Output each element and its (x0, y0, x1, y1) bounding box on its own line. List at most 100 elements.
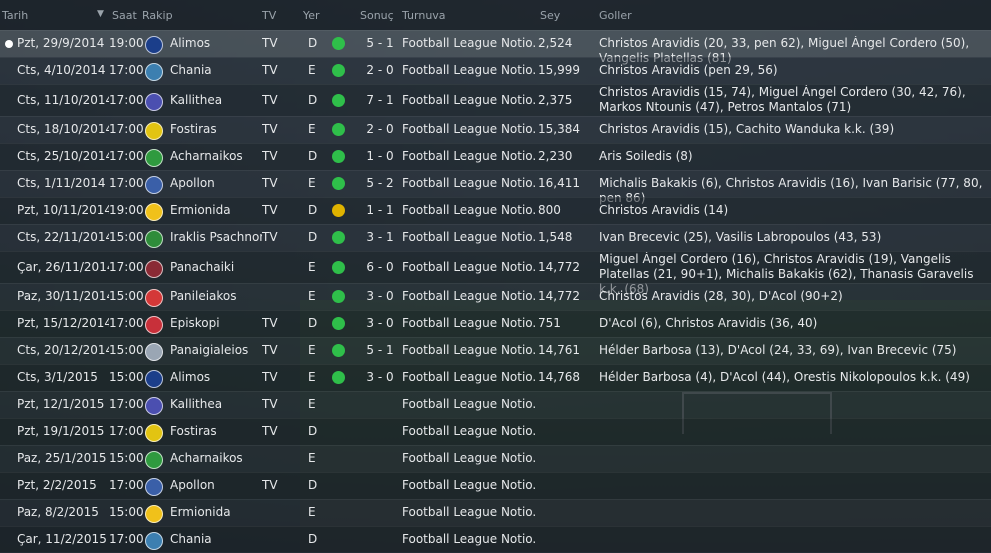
fixture-row[interactable]: Çar, 11/2/2015 17:00 Chania D Football Leagu… (0, 526, 991, 553)
fixture-competition[interactable]: Football League Notio... (402, 203, 537, 217)
fixture-tv: TV (262, 424, 278, 438)
header-competition[interactable]: Turnuva (402, 9, 446, 22)
fixture-competition[interactable]: Football League Notio... (402, 176, 537, 190)
fixture-time: 17:00 (109, 532, 144, 546)
fixture-row[interactable]: Cts, 25/10/2014 17:00 Acharnaikos TV D 1 - 0 F… (0, 143, 991, 170)
fixture-time: 15:00 (109, 289, 144, 303)
fixture-opponent[interactable]: Fostiras (170, 424, 262, 438)
fixture-row[interactable]: Pzt, 29/9/2014 19:00 Alimos TV D 5 - 1 Footbal… (0, 30, 991, 65)
fixture-competition[interactable]: Football League Notio... (402, 532, 537, 546)
fixture-tv: TV (262, 343, 278, 357)
fixture-opponent[interactable]: Ermionida (170, 203, 262, 217)
club-crest-icon (145, 316, 163, 334)
fixture-opponent[interactable]: Ermionida (170, 505, 262, 519)
fixture-opponent[interactable]: Acharnaikos (170, 149, 262, 163)
fixture-opponent[interactable]: Chania (170, 532, 262, 546)
fixture-opponent[interactable]: Alimos (170, 36, 262, 50)
fixture-venue: E (308, 505, 316, 519)
fixture-row[interactable]: Pzt, 10/11/2014 19:00 Ermionida TV D 1 - 1 Foo… (0, 197, 991, 224)
fixture-competition[interactable]: Football League Notio... (402, 149, 537, 163)
header-scorers[interactable]: Goller (599, 9, 632, 22)
fixture-score: 3 - 0 (366, 289, 394, 303)
fixture-row[interactable]: Cts, 11/10/2014 17:00 Kallithea TV D 7 - 1 Foo… (0, 84, 991, 116)
fixture-row[interactable]: Paz, 25/1/2015 15:00 Acharnaikos E Football … (0, 445, 991, 472)
fixture-attendance: 2,524 (538, 36, 573, 50)
fixture-row[interactable]: Pzt, 19/1/2015 17:00 Fostiras TV D Football L… (0, 418, 991, 445)
fixture-tv: TV (262, 397, 278, 411)
header-time[interactable]: Saat (112, 9, 137, 22)
fixture-row[interactable]: Pzt, 15/12/2014 17:00 Episkopi TV D 3 - 0 Foot… (0, 310, 991, 337)
fixture-competition[interactable]: Football League Notio... (402, 505, 537, 519)
club-crest-icon (145, 230, 163, 248)
fixture-row[interactable]: Paz, 30/11/2014 15:00 Panileiakos E 3 - 0 Foo… (0, 283, 991, 310)
fixture-date: Pzt, 2/2/2015 (17, 478, 97, 492)
fixture-opponent[interactable]: Episkopi (170, 316, 262, 330)
header-date[interactable]: Tarih (2, 9, 28, 22)
fixture-opponent[interactable]: Acharnaikos (170, 451, 262, 465)
fixture-competition[interactable]: Football League Notio... (402, 451, 537, 465)
club-crest-icon (145, 370, 163, 388)
fixture-opponent[interactable]: Panachaiki (170, 260, 262, 274)
fixture-opponent[interactable]: Alimos (170, 370, 262, 384)
fixture-attendance: 751 (538, 316, 561, 330)
fixture-competition[interactable]: Football League Notio... (402, 63, 537, 77)
fixture-opponent[interactable]: Kallithea (170, 397, 262, 411)
fixture-scorers: Hélder Barbosa (13), D'Acol (24, 33, 69)… (599, 343, 957, 357)
fixture-time: 15:00 (109, 343, 144, 357)
result-win-icon (332, 371, 345, 384)
fixture-row[interactable]: Paz, 8/2/2015 15:00 Ermionida E Football Lea… (0, 499, 991, 526)
fixture-competition[interactable]: Football League Notio... (402, 343, 537, 357)
fixture-opponent[interactable]: Panaigialeios (170, 343, 262, 357)
fixture-score: 5 - 1 (366, 36, 394, 50)
fixture-row[interactable]: Cts, 4/10/2014 17:00 Chania TV E 2 - 0 Footbal… (0, 57, 991, 84)
fixture-competition[interactable]: Football League Notio... (402, 397, 537, 411)
fixture-competition[interactable]: Football League Notio... (402, 289, 537, 303)
fixture-competition[interactable]: Football League Notio... (402, 370, 537, 384)
fixture-opponent[interactable]: Fostiras (170, 122, 262, 136)
fixture-date: Cts, 3/1/2015 (17, 370, 98, 384)
fixture-attendance: 15,999 (538, 63, 580, 77)
fixture-opponent[interactable]: Chania (170, 63, 262, 77)
fixture-attendance: 14,772 (538, 289, 580, 303)
header-opponent[interactable]: Rakip (142, 9, 173, 22)
fixture-competition[interactable]: Football League Notio... (402, 93, 537, 107)
fixture-competition[interactable]: Football League Notio... (402, 230, 537, 244)
fixture-competition[interactable]: Football League Notio... (402, 424, 537, 438)
result-win-icon (332, 177, 345, 190)
fixture-competition[interactable]: Football League Notio... (402, 260, 537, 274)
fixture-row[interactable]: Çar, 26/11/2014 17:00 Panachaiki E 6 - 0 Foot… (0, 251, 991, 296)
fixture-competition[interactable]: Football League Notio... (402, 36, 537, 50)
fixture-row[interactable]: Pzt, 12/1/2015 17:00 Kallithea TV E Football … (0, 391, 991, 418)
fixture-date: Pzt, 10/11/2014 (17, 203, 109, 217)
fixture-venue: E (308, 63, 316, 77)
header-tv[interactable]: TV (262, 9, 276, 22)
fixture-opponent[interactable]: Apollon (170, 478, 262, 492)
fixture-opponent[interactable]: Apollon (170, 176, 262, 190)
fixture-score: 5 - 2 (366, 176, 394, 190)
fixture-row[interactable]: Pzt, 2/2/2015 17:00 Apollon TV D Football Lea… (0, 472, 991, 499)
fixture-time: 15:00 (109, 370, 144, 384)
fixture-row[interactable]: Cts, 1/11/2014 17:00 Apollon TV E 5 - 2 Footba… (0, 170, 991, 205)
header-attendance[interactable]: Sey (540, 9, 560, 22)
fixture-opponent[interactable]: Panileiakos (170, 289, 262, 303)
fixture-row[interactable]: Cts, 22/11/2014 15:00 Iraklis Psachnon TV D 3… (0, 224, 991, 251)
fixture-venue: D (308, 424, 318, 438)
header-result[interactable]: Sonuç (360, 9, 394, 22)
fixture-tv: TV (262, 478, 278, 492)
fixture-scorers: Christos Aravidis (15), Cachito Wanduka … (599, 122, 895, 136)
fixture-opponent[interactable]: Kallithea (170, 93, 262, 107)
fixture-row[interactable]: Cts, 3/1/2015 15:00 Alimos TV E 3 - 0 Football… (0, 364, 991, 391)
fixture-competition[interactable]: Football League Notio... (402, 316, 537, 330)
fixture-venue: E (308, 289, 316, 303)
fixture-opponent[interactable]: Iraklis Psachnon (170, 230, 262, 244)
fixture-competition[interactable]: Football League Notio... (402, 478, 537, 492)
result-win-icon (332, 231, 345, 244)
fixture-time: 17:00 (109, 260, 144, 274)
club-crest-icon (145, 260, 163, 278)
fixture-row[interactable]: Cts, 20/12/2014 15:00 Panaigialeios TV E 5 - … (0, 337, 991, 364)
fixture-score: 2 - 0 (366, 122, 394, 136)
fixture-row[interactable]: Cts, 18/10/2014 17:00 Fostiras TV E 2 - 0 Foot… (0, 116, 991, 143)
header-venue[interactable]: Yer (303, 9, 320, 22)
fixture-venue: D (308, 149, 318, 163)
fixture-competition[interactable]: Football League Notio... (402, 122, 537, 136)
